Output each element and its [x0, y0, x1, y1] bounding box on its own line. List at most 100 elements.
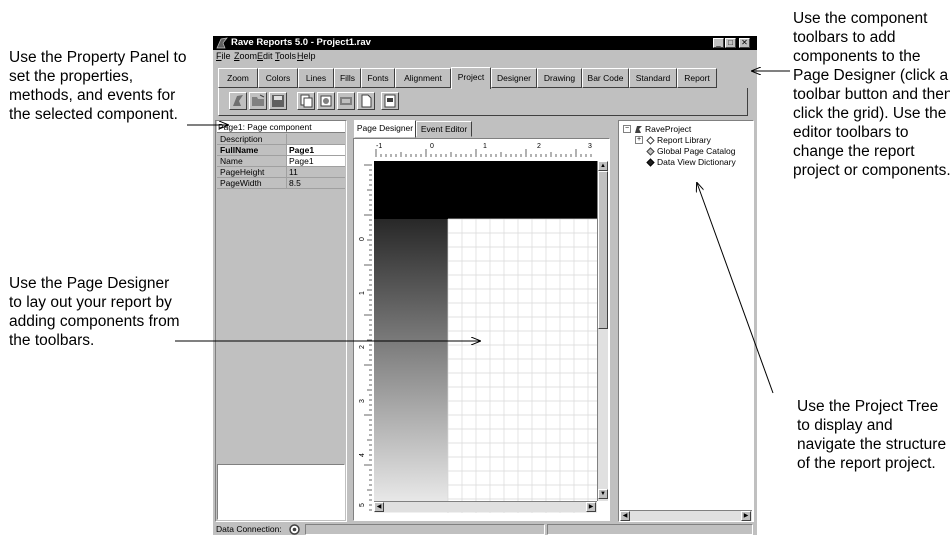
new-report-icon [300, 94, 313, 108]
property-value[interactable]: Page1 [286, 145, 345, 155]
scroll-thumb[interactable] [598, 171, 608, 329]
new-project-tool[interactable] [229, 92, 247, 110]
property-row[interactable]: PageWidth 8.5 [217, 178, 345, 189]
ruler-label: 4 [359, 453, 366, 457]
status-bar: Data Connection: [213, 524, 757, 535]
ruler-label: 1 [483, 143, 487, 150]
new-project-icon [233, 95, 243, 106]
tab-project[interactable]: Project [451, 67, 491, 89]
new-report-tool[interactable] [297, 92, 315, 110]
menu-tools[interactable]: Tools [275, 51, 296, 61]
scroll-down-arrow-icon[interactable]: ▼ [598, 489, 608, 499]
open-project-tool[interactable] [249, 92, 267, 110]
data-view-icon [384, 94, 396, 108]
new-global-page-tool[interactable] [317, 92, 335, 110]
property-name: PageHeight [220, 167, 265, 177]
data-connection-label: Data Connection: [216, 524, 282, 534]
property-name: Name [220, 156, 243, 166]
tab-drawing[interactable]: Drawing [537, 68, 582, 88]
page-canvas[interactable] [374, 161, 597, 513]
global-page-catalog-icon [646, 147, 655, 156]
data-connection-icon [289, 524, 300, 535]
data-object-icon [340, 97, 352, 105]
property-value[interactable]: 8.5 [286, 178, 345, 188]
ruler-label: -1 [376, 143, 382, 150]
ruler-label: 2 [359, 345, 366, 349]
property-row[interactable]: PageHeight 11 [217, 167, 345, 178]
tree-label: Report Library [657, 135, 711, 145]
property-row[interactable]: FullName Page1 [217, 145, 345, 156]
ruler-label: 0 [430, 143, 434, 150]
save-project-tool[interactable] [269, 92, 287, 110]
maximize-button[interactable]: □ [725, 38, 736, 48]
ruler-label: 3 [588, 143, 592, 150]
new-data-object-tool[interactable] [337, 92, 355, 110]
tab-fills[interactable]: Fills [334, 68, 361, 88]
menu-file[interactable]: File [216, 51, 231, 61]
property-value[interactable] [286, 134, 345, 144]
vertical-scrollbar[interactable]: ▲ ▼ [597, 161, 608, 501]
new-data-view-tool[interactable] [381, 92, 399, 110]
ruler-label: 1 [359, 291, 366, 295]
report-library-icon [646, 136, 655, 145]
close-button[interactable]: ✕ [739, 38, 750, 48]
callout-toolbars: Use the component toolbars to add compon… [793, 10, 950, 179]
property-description-box [217, 464, 345, 520]
tab-lines[interactable]: Lines [298, 68, 334, 88]
tab-bar-code[interactable]: Bar Code [582, 68, 629, 88]
project-toolbar [218, 88, 748, 116]
scroll-right-arrow-icon[interactable]: ▶ [741, 511, 751, 521]
page-grid[interactable] [448, 219, 597, 513]
window-title: Rave Reports 5.0 - Project1.rav [231, 37, 371, 48]
property-name: Description [220, 134, 263, 144]
property-value[interactable]: Page1 [286, 156, 345, 166]
status-field [547, 524, 753, 535]
scroll-left-arrow-icon[interactable]: ◀ [374, 502, 384, 512]
data-view-dictionary-icon [646, 158, 655, 167]
tab-page-designer[interactable]: Page Designer [354, 120, 416, 138]
tab-designer[interactable]: Designer [491, 68, 537, 88]
global-page-icon [320, 95, 332, 107]
callout-property-panel: Use the Property Panel to set the proper… [9, 49, 187, 123]
menu-help[interactable]: Help [297, 51, 316, 61]
horizontal-scrollbar[interactable]: ◀ ▶ [374, 501, 597, 512]
menu-bar: File Zoom Edit Tools Help [213, 50, 757, 63]
scroll-up-arrow-icon[interactable]: ▲ [598, 161, 608, 171]
tree-horizontal-scrollbar[interactable]: ◀ ▶ [620, 510, 752, 521]
property-name: PageWidth [220, 178, 262, 188]
scroll-right-arrow-icon[interactable]: ▶ [586, 502, 596, 512]
property-row[interactable]: Description [217, 134, 345, 145]
title-bar: Rave Reports 5.0 - Project1.rav _ □ ✕ [213, 36, 757, 50]
menu-edit[interactable]: Edit [257, 51, 273, 61]
minimize-button[interactable]: _ [713, 38, 724, 48]
horizontal-ruler: -1 0 1 2 3 [374, 141, 594, 157]
tree-label: Global Page Catalog [657, 146, 736, 156]
rave-logo-icon [216, 37, 228, 49]
open-project-icon [252, 94, 265, 106]
tab-zoom[interactable]: Zoom [218, 68, 258, 88]
new-report-page-tool[interactable] [357, 92, 375, 110]
tab-report[interactable]: Report [677, 68, 717, 88]
menu-zoom[interactable]: Zoom [234, 51, 257, 61]
property-value[interactable]: 11 [286, 167, 345, 177]
ruler-label: 2 [537, 143, 541, 150]
tab-fonts[interactable]: Fonts [361, 68, 395, 88]
scroll-left-arrow-icon[interactable]: ◀ [620, 511, 630, 521]
tree-label: Data View Dictionary [657, 157, 736, 167]
property-name: FullName [220, 145, 259, 155]
status-field [305, 524, 545, 535]
collapse-icon[interactable]: − [623, 125, 631, 133]
callout-project-tree: Use the Project Tree to display and navi… [797, 398, 947, 472]
ruler-label: 0 [359, 237, 366, 241]
ruler-label: 5 [359, 503, 366, 507]
property-row[interactable]: Name Page1 [217, 156, 345, 167]
ruler-label: 3 [359, 399, 366, 403]
expand-icon[interactable]: + [635, 136, 643, 144]
tab-standard[interactable]: Standard [629, 68, 677, 88]
page-designer-panel: Page Designer Event Editor -1 0 1 2 3 0 … [351, 120, 613, 522]
tab-alignment[interactable]: Alignment [395, 68, 451, 88]
tab-event-editor[interactable]: Event Editor [416, 121, 472, 137]
toolbar-tab-row: Zoom Colors Lines Fills Fonts Alignment … [218, 67, 748, 89]
tab-colors[interactable]: Colors [258, 68, 298, 88]
project-tree-panel: − RaveProject + Report Library Global Pa… [618, 120, 754, 522]
